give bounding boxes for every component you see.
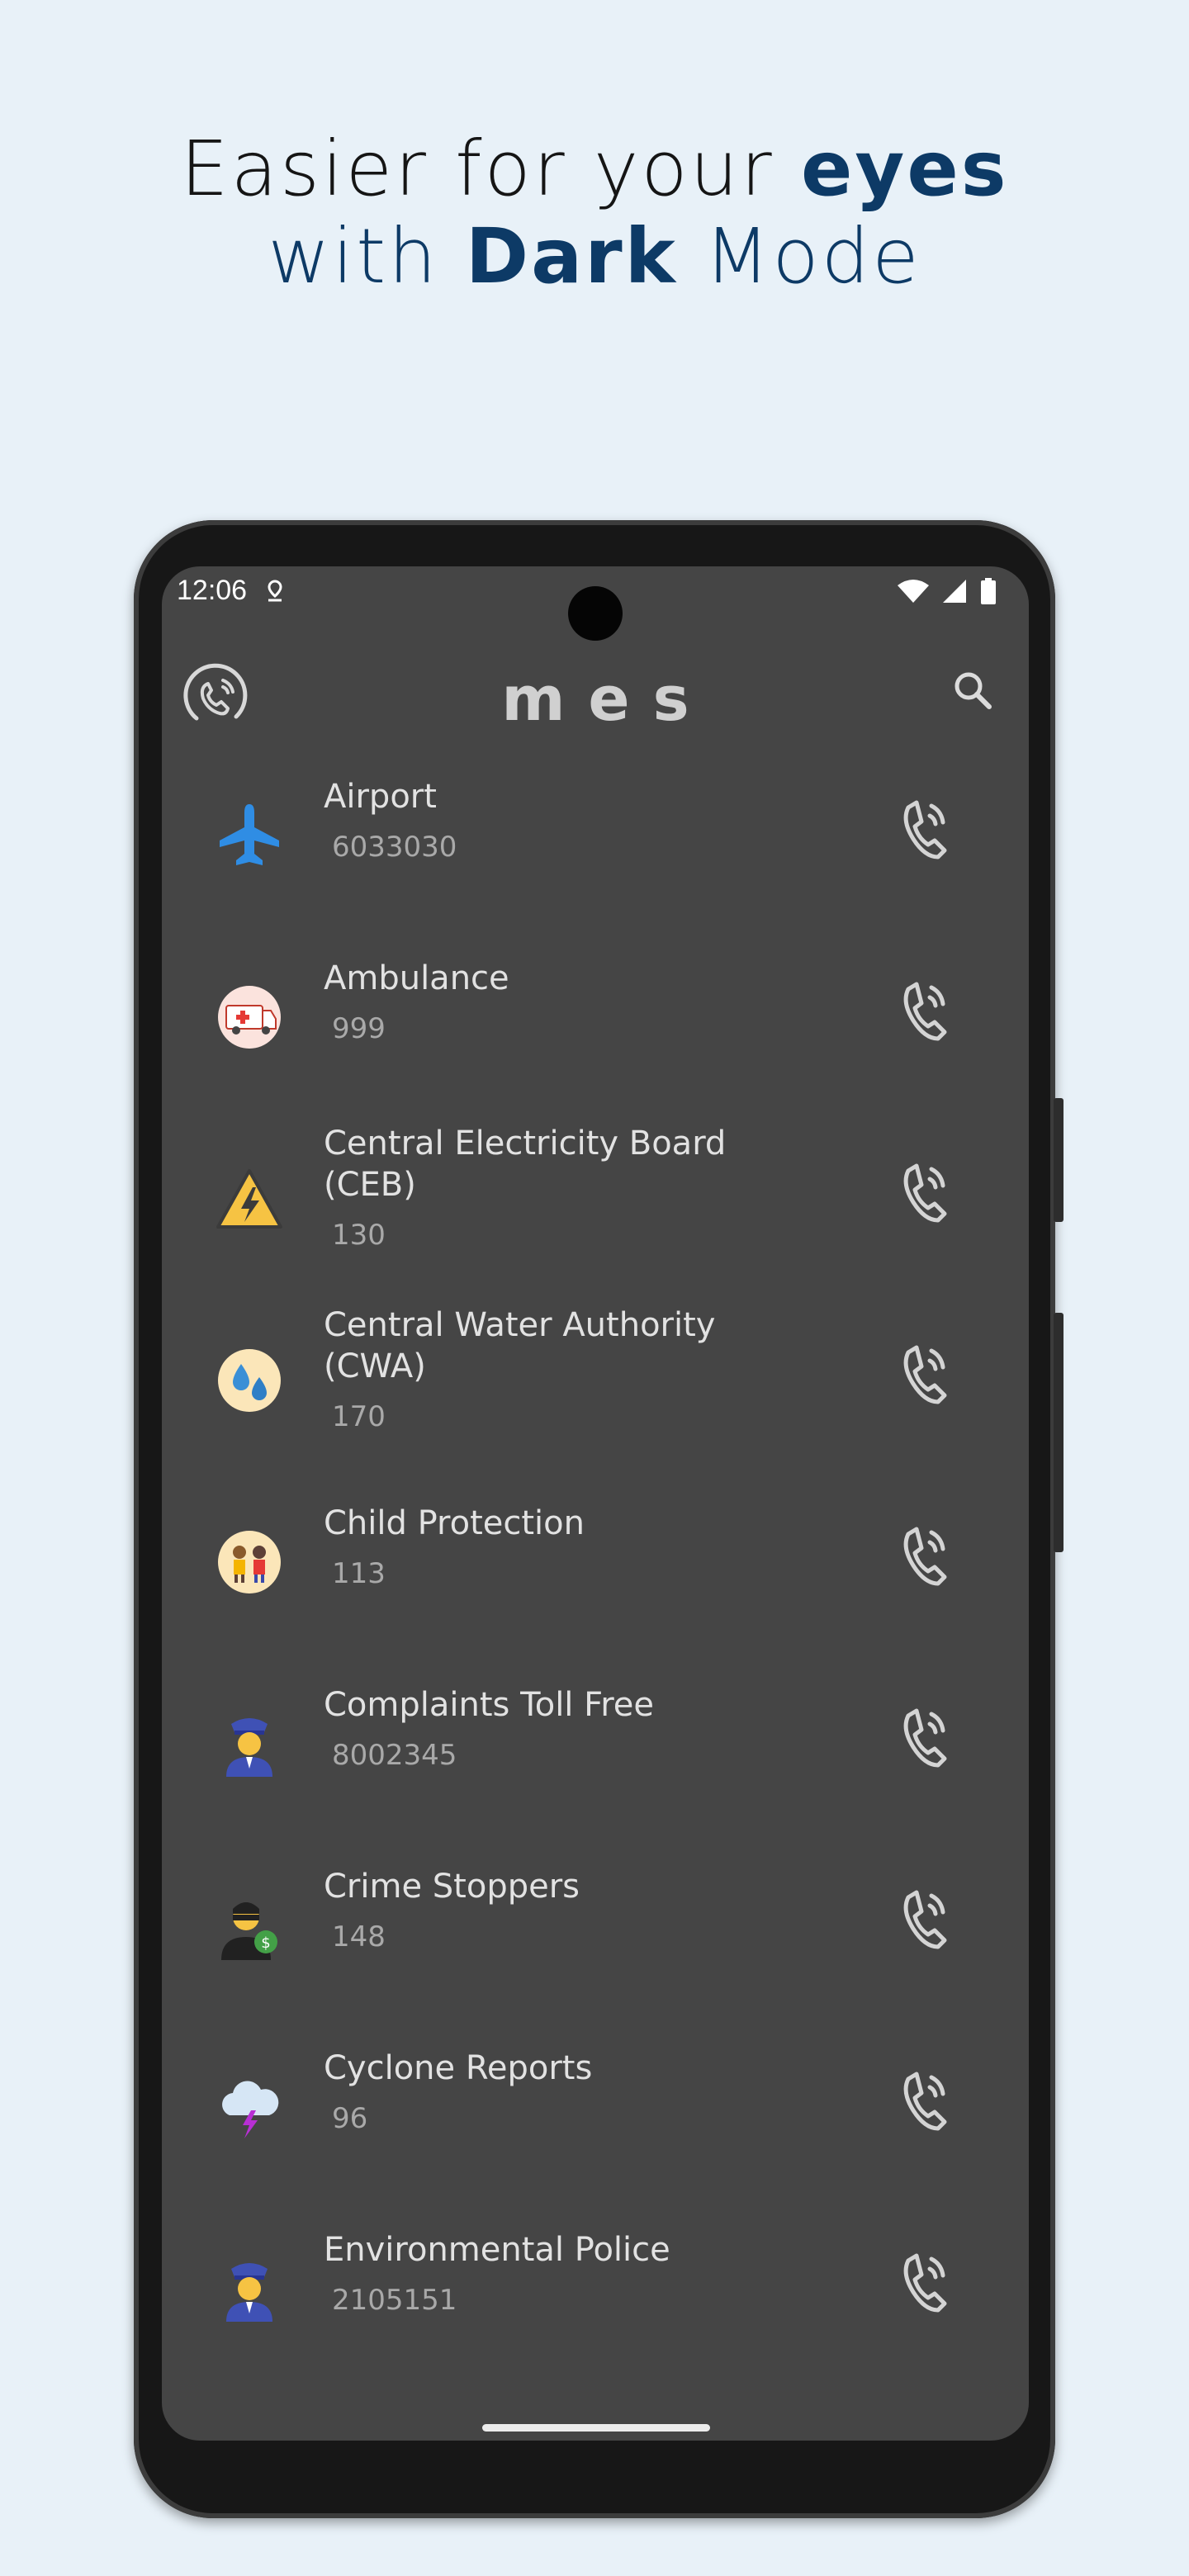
contact-name: Ambulance: [324, 959, 509, 997]
list-item[interactable]: Complaints Toll Free 8002345: [162, 1656, 1029, 1821]
phone-frame: 12:06 mes Airport 6033030 Ambulance 999 …: [134, 520, 1063, 2518]
phone-call-icon[interactable]: [897, 978, 955, 1044]
contact-number: 96: [332, 2102, 368, 2135]
contact-name: Airport: [324, 778, 437, 816]
contact-number: 999: [332, 1012, 386, 1045]
police-officer-icon: [215, 1709, 284, 1778]
promo-line2-text: with: [268, 212, 466, 301]
thief-icon: $: [215, 1891, 284, 1960]
contact-name: Crime Stoppers: [324, 1868, 580, 1906]
list-item[interactable]: Central Water Authority (CWA) 170: [162, 1293, 1029, 1458]
volume-button: [1054, 1098, 1063, 1222]
promo-headline-line1: Easier for your eyes: [0, 125, 1189, 213]
front-camera: [568, 586, 623, 641]
phone-call-icon[interactable]: [897, 1704, 955, 1770]
phone-screen: 12:06 mes Airport 6033030 Ambulance 999 …: [162, 566, 1029, 2441]
contact-name: Central Electricity Board (CEB): [324, 1125, 727, 1204]
status-time: 12:06: [177, 575, 248, 606]
list-item[interactable]: $ Crime Stoppers 148: [162, 1838, 1029, 2003]
location-pin-icon: [266, 580, 284, 606]
police-officer-icon: [215, 2254, 284, 2323]
svg-text:$: $: [261, 1934, 270, 1952]
app-bar: mes: [162, 641, 1029, 748]
contact-name: Cyclone Reports: [324, 2049, 593, 2087]
promo-headline-line2: with Dark Mode: [0, 213, 1189, 301]
contact-name: Environmental Police: [324, 2231, 670, 2269]
water-drops-icon: [215, 1346, 284, 1415]
search-icon[interactable]: [951, 669, 994, 715]
phone-call-icon[interactable]: [897, 2067, 955, 2133]
contact-name: Complaints Toll Free: [324, 1686, 655, 1724]
children-icon: [215, 1527, 284, 1597]
contact-number: 113: [332, 1557, 386, 1590]
contact-number: 2105151: [332, 2284, 457, 2317]
app-title: mes: [501, 664, 713, 735]
ambulance-icon: [215, 983, 284, 1052]
promo-line2-tail: Mode: [677, 212, 921, 301]
phone-call-icon[interactable]: [897, 1159, 955, 1225]
phone-call-icon[interactable]: [897, 1341, 955, 1407]
power-button: [1054, 1313, 1063, 1552]
home-indicator[interactable]: [482, 2424, 710, 2432]
phone-call-icon[interactable]: [897, 1522, 955, 1589]
phone-call-icon[interactable]: [897, 2249, 955, 2315]
contact-number: 130: [332, 1219, 386, 1252]
promo-line1-bold: eyes: [801, 125, 1009, 213]
contact-name: Central Water Authority (CWA): [324, 1306, 716, 1385]
phone-call-icon[interactable]: [897, 1886, 955, 1952]
status-icons: [897, 578, 997, 608]
list-item[interactable]: Central Electricity Board (CEB) 130: [162, 1111, 1029, 1276]
promo-line2-bold: Dark: [465, 212, 678, 301]
list-item[interactable]: Airport 6033030: [162, 748, 1029, 913]
airplane-icon: [215, 801, 284, 870]
list-item[interactable]: Child Protection 113: [162, 1475, 1029, 1640]
battery-icon: [979, 578, 997, 608]
contact-number: 148: [332, 1920, 386, 1953]
phone-call-icon[interactable]: [897, 796, 955, 862]
list-item[interactable]: Environmental Police 2105151: [162, 2201, 1029, 2366]
contact-number: 8002345: [332, 1739, 457, 1772]
storm-cloud-icon: [215, 2072, 284, 2142]
list-item[interactable]: Ambulance 999: [162, 930, 1029, 1095]
contact-name: Child Protection: [324, 1504, 585, 1542]
promo-line1-text: Easier for your: [180, 125, 801, 213]
high-voltage-icon: [215, 1164, 284, 1234]
contact-number: 6033030: [332, 831, 457, 864]
list-item[interactable]: Cyclone Reports 96: [162, 2020, 1029, 2185]
contact-number: 170: [332, 1400, 386, 1433]
wifi-icon: [897, 579, 930, 607]
signal-icon: [941, 579, 968, 607]
